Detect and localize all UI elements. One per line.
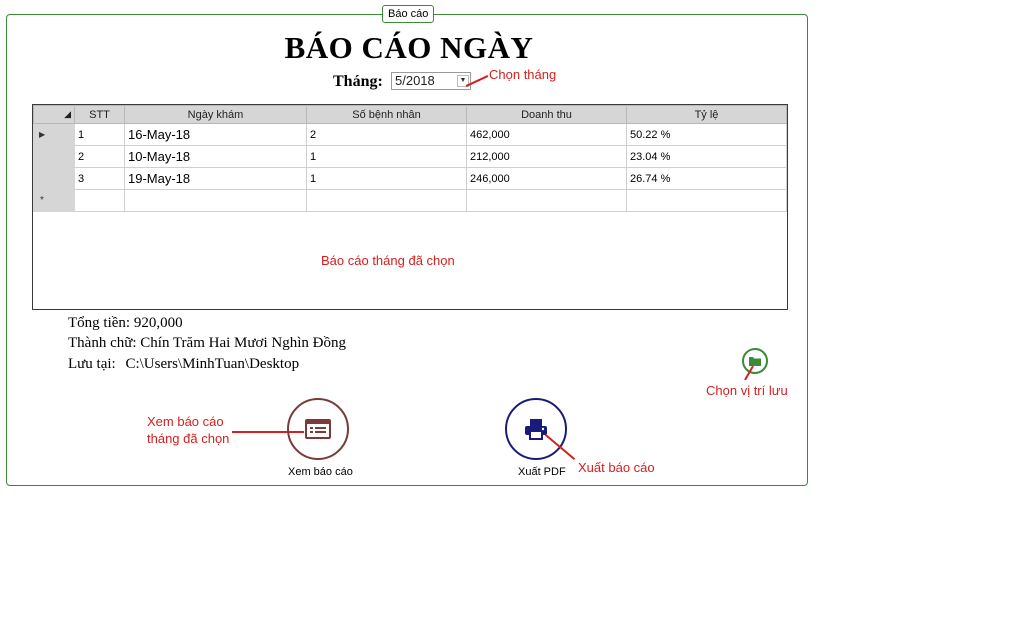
cell-ratio[interactable]: 23.04 % (626, 145, 787, 168)
report-icon (305, 419, 331, 439)
cell-date[interactable]: 19-May-18 (124, 167, 307, 190)
group-title: Báo cáo (382, 5, 435, 23)
export-pdf-button[interactable] (505, 398, 567, 460)
cell-ratio[interactable]: 50.22 % (626, 123, 787, 146)
month-value: 5/2018 (395, 73, 435, 88)
row-header[interactable] (33, 145, 75, 168)
current-row-icon: ▶ (33, 123, 75, 146)
annotation-choose-location: Chọn vị trí lưu (706, 383, 788, 398)
cell-stt[interactable]: 3 (74, 167, 125, 190)
row-header[interactable] (33, 167, 75, 190)
save-label: Lưu tại: (68, 356, 116, 372)
report-grid[interactable]: ◢ STT Ngày khám Số bệnh nhân Doanh thu T… (32, 104, 788, 310)
cell-patients[interactable]: 2 (306, 123, 467, 146)
cell-revenue[interactable]: 246,000 (466, 167, 627, 190)
table-row[interactable]: ▶ 1 16-May-18 2 462,000 50.22 % (33, 123, 787, 146)
cell-ratio[interactable]: 26.74 % (626, 167, 787, 190)
total-amount: Tổng tiền: 920,000 (68, 315, 183, 331)
save-location: Lưu tại: C:\Users\MinhTuan\Desktop (68, 356, 299, 373)
annotation-report-selected: Báo cáo tháng đã chọn (321, 253, 455, 268)
select-all-corner[interactable]: ◢ (33, 105, 75, 124)
annotation-export-report: Xuất báo cáo (578, 460, 655, 475)
col-header-stt[interactable]: STT (74, 105, 125, 124)
new-row-icon: * (33, 189, 75, 212)
col-header-ratio[interactable]: Tỷ lệ (626, 105, 787, 124)
cell-revenue[interactable]: 212,000 (466, 145, 627, 168)
col-header-revenue[interactable]: Doanh thu (466, 105, 627, 124)
folder-icon (749, 357, 761, 366)
view-report-label: Xem báo cáo (288, 466, 353, 478)
cell-stt[interactable]: 2 (74, 145, 125, 168)
month-picker[interactable]: 5/2018 ▼ (391, 72, 471, 90)
amount-in-words: Thành chữ: Chín Trăm Hai Mươi Nghìn Đồng (68, 335, 346, 351)
cell-stt[interactable]: 1 (74, 123, 125, 146)
printer-icon (525, 419, 547, 440)
table-row[interactable]: 3 19-May-18 1 246,000 26.74 % (33, 167, 787, 190)
cell-new[interactable] (626, 189, 787, 212)
report-title: BÁO CÁO NGÀY (284, 30, 534, 65)
save-path: C:\Users\MinhTuan\Desktop (125, 356, 300, 372)
cell-new[interactable] (124, 189, 307, 212)
table-row[interactable]: 2 10-May-18 1 212,000 23.04 % (33, 145, 787, 168)
new-row[interactable]: * (33, 189, 787, 212)
col-header-patients[interactable]: Số bệnh nhân (306, 105, 467, 124)
cell-patients[interactable]: 1 (306, 167, 467, 190)
month-label: Tháng: (333, 73, 383, 90)
cell-revenue[interactable]: 462,000 (466, 123, 627, 146)
cell-new[interactable] (306, 189, 467, 212)
col-header-date[interactable]: Ngày khám (124, 105, 307, 124)
choose-folder-button[interactable] (742, 348, 768, 374)
annotation-choose-month: Chọn tháng (489, 67, 557, 82)
cell-new[interactable] (74, 189, 125, 212)
export-pdf-label: Xuất PDF (518, 466, 566, 478)
cell-date[interactable]: 16-May-18 (124, 123, 307, 146)
cell-new[interactable] (466, 189, 627, 212)
cell-date[interactable]: 10-May-18 (124, 145, 307, 168)
annotation-view-report: Xem báo cáo tháng đã chọn (147, 414, 230, 446)
cell-patients[interactable]: 1 (306, 145, 467, 168)
view-report-button[interactable] (287, 398, 349, 460)
